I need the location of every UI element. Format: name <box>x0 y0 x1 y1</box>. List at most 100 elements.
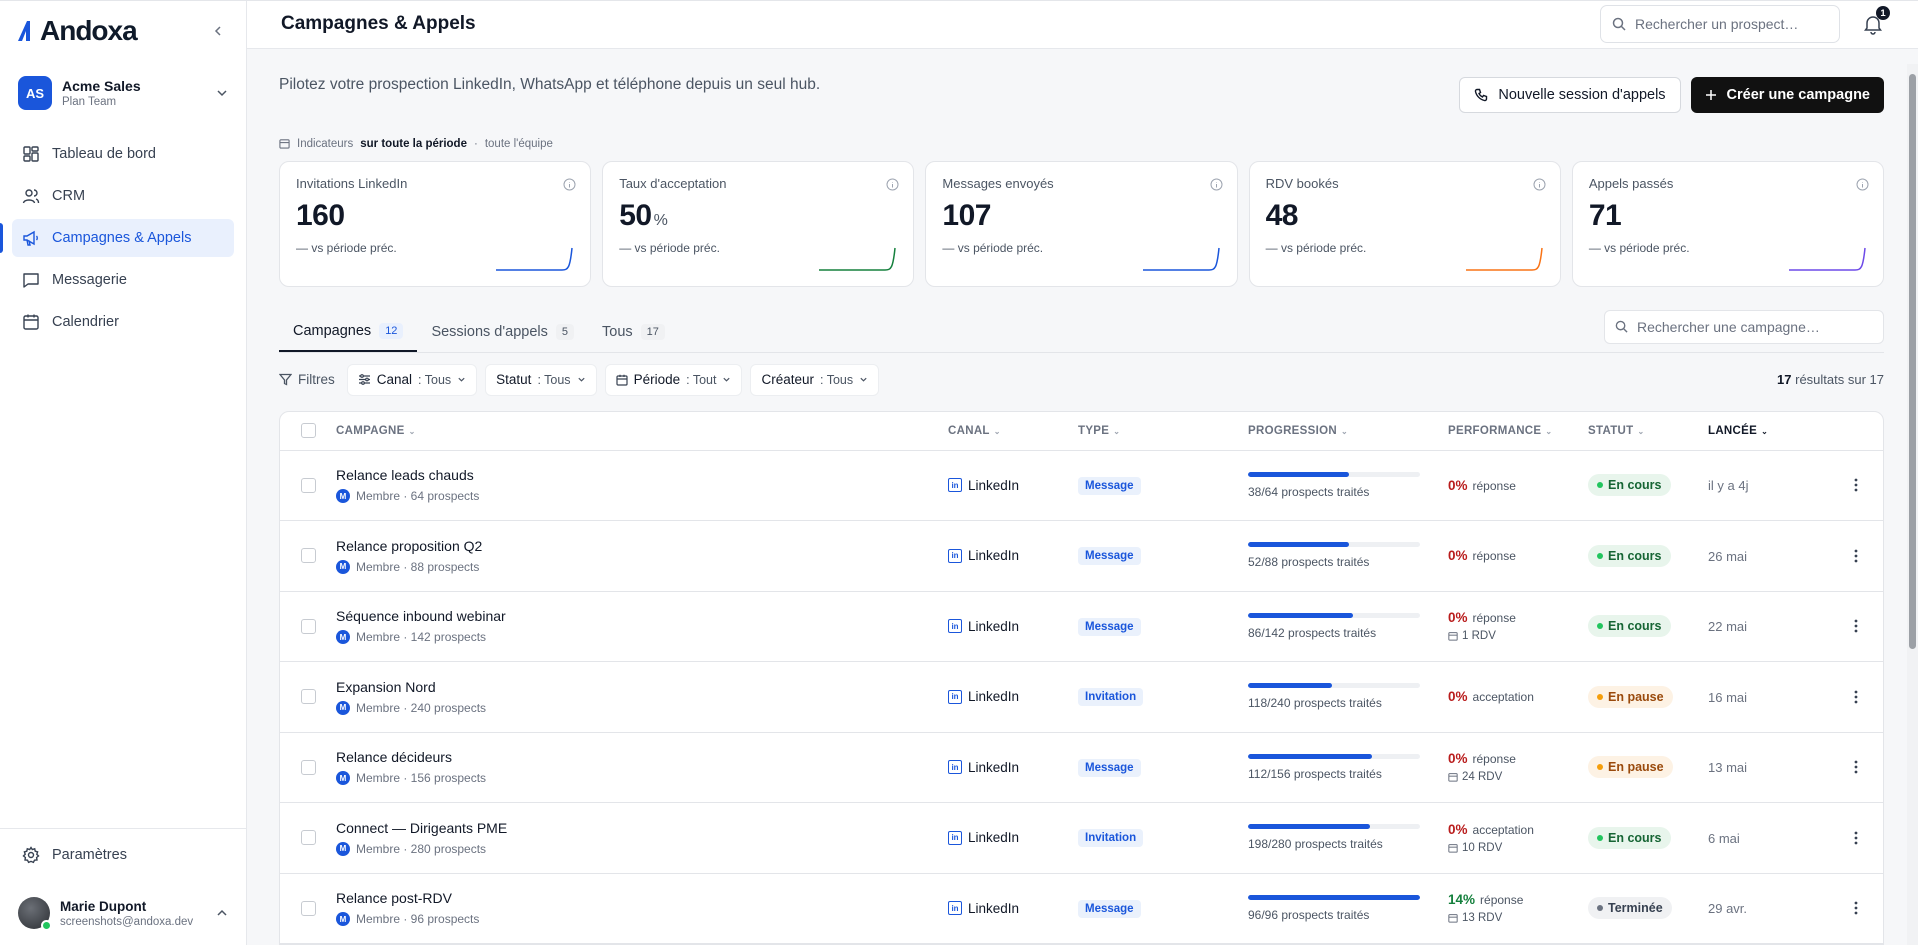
search-placeholder: Rechercher une campagne… <box>1637 318 1820 335</box>
notifications-button[interactable]: 1 <box>1862 6 1890 35</box>
campaign-name[interactable]: Relance décideurs <box>336 749 948 765</box>
campaign-name[interactable]: Relance leads chauds <box>336 467 948 483</box>
table-row[interactable]: Expansion Nord M Membre · 240 prospects i… <box>280 662 1883 733</box>
more-vertical-icon[interactable] <box>1847 547 1865 565</box>
logo-icon <box>18 21 30 41</box>
status-badge: En cours <box>1588 826 1671 849</box>
create-campaign-button[interactable]: Créer une campagne <box>1690 76 1884 113</box>
row-checkbox[interactable] <box>300 618 316 634</box>
row-checkbox[interactable] <box>300 477 316 493</box>
more-vertical-icon[interactable] <box>1847 476 1865 494</box>
linkedin-icon: in <box>948 548 962 563</box>
campaign-name[interactable]: Relance post-RDV <box>336 890 948 906</box>
row-checkbox[interactable] <box>300 548 316 564</box>
th-performance[interactable]: PERFORMANCE ⌄ <box>1448 425 1588 437</box>
scrollbar[interactable] <box>1907 64 1918 945</box>
th-canal[interactable]: CANAL ⌄ <box>948 425 1078 437</box>
filter-creator[interactable]: Créateur : Tous <box>750 363 880 396</box>
info-icon[interactable] <box>563 178 576 191</box>
indicators-scope[interactable]: toute l'équipe <box>485 138 553 150</box>
tab-campaigns[interactable]: Campagnes 12 <box>279 312 418 352</box>
sort-icon: ⌄ <box>1545 426 1553 436</box>
linkedin-icon: in <box>948 478 962 493</box>
prospect-search-input[interactable]: Rechercher un prospect… <box>1600 5 1840 44</box>
more-vertical-icon[interactable] <box>1847 899 1865 917</box>
info-icon[interactable] <box>1856 178 1869 191</box>
user-menu[interactable]: Marie Dupont screenshots@andoxa.dev <box>0 881 246 945</box>
info-icon[interactable] <box>1533 178 1546 191</box>
campaign-meta: Membre · 88 prospects <box>356 559 480 574</box>
campaign-search-input[interactable]: Rechercher une campagne… <box>1604 309 1884 344</box>
workspace-switcher[interactable]: AS Acme Sales Plan Team <box>12 67 234 119</box>
sidebar-item-label: Campagnes & Appels <box>52 230 192 246</box>
th-launched[interactable]: LANCÉE ⌄ <box>1708 425 1828 437</box>
filter-canal[interactable]: Canal : Tous <box>346 363 478 396</box>
plus-icon <box>1705 89 1716 100</box>
progress-fill <box>1248 894 1420 900</box>
table-row[interactable]: Séquence inbound webinar M Membre · 142 p… <box>280 592 1883 662</box>
table-row[interactable]: Connect — Dirigeants PME M Membre · 280 p… <box>280 803 1883 874</box>
row-checkbox[interactable] <box>300 900 316 916</box>
campaign-name[interactable]: Relance proposition Q2 <box>336 538 948 554</box>
launch-date: 22 mai <box>1708 619 1748 635</box>
table-row[interactable]: Relance leads chauds M Membre · 64 prospe… <box>280 451 1883 521</box>
new-call-session-button[interactable]: Nouvelle session d'appels <box>1459 76 1681 113</box>
canal-label: LinkedIn <box>968 689 1020 705</box>
type-badge: Invitation <box>1078 829 1144 848</box>
progress-bar <box>1248 542 1420 548</box>
status-dot-icon <box>1597 834 1603 841</box>
row-checkbox[interactable] <box>300 689 316 705</box>
row-checkbox[interactable] <box>300 830 316 846</box>
member-badge-icon: M <box>336 489 350 504</box>
chevron-down-icon <box>217 90 227 97</box>
tab-all[interactable]: Tous 17 <box>588 312 679 352</box>
table-row[interactable]: Relance post-RDV M Membre · 96 prospects … <box>280 874 1883 944</box>
more-vertical-icon[interactable] <box>1847 829 1865 847</box>
more-vertical-icon[interactable] <box>1847 688 1865 706</box>
rdv-count: 24 RDV <box>1448 771 1588 783</box>
filter-period[interactable]: Période : Tout <box>604 363 743 396</box>
table-row[interactable]: Relance décideurs M Membre · 156 prospect… <box>280 733 1883 803</box>
sparkline-chart <box>1142 247 1220 271</box>
info-icon[interactable] <box>1210 178 1223 191</box>
campaign-name[interactable]: Expansion Nord <box>336 679 948 695</box>
collapse-sidebar-button[interactable] <box>206 19 230 43</box>
th-progress[interactable]: PROGRESSION ⌄ <box>1248 425 1448 437</box>
sidebar-item-messaging[interactable]: Messagerie <box>12 261 234 299</box>
campaign-name[interactable]: Séquence inbound webinar <box>336 608 948 624</box>
tab-label: Tous <box>602 323 633 340</box>
sidebar-item-crm[interactable]: CRM <box>12 177 234 215</box>
campaign-meta: Membre · 142 prospects <box>356 630 487 645</box>
brand-logo[interactable]: Andoxa <box>16 15 138 47</box>
users-icon <box>22 189 40 204</box>
sort-icon: ⌄ <box>1340 426 1348 436</box>
th-status[interactable]: STATUT ⌄ <box>1588 425 1708 437</box>
canal-label: LinkedIn <box>968 900 1020 916</box>
rdv-count: 1 RDV <box>1448 630 1588 642</box>
tab-call-sessions[interactable]: Sessions d'appels 5 <box>417 312 588 352</box>
filter-status[interactable]: Statut : Tous <box>485 363 597 396</box>
th-campaign[interactable]: CAMPAGNE ⌄ <box>336 425 948 437</box>
row-checkbox[interactable] <box>300 759 316 775</box>
more-vertical-icon[interactable] <box>1847 617 1865 635</box>
filters-toggle[interactable]: Filtres <box>279 372 339 387</box>
launch-date: 29 avr. <box>1708 901 1748 917</box>
info-icon[interactable] <box>886 178 899 191</box>
sidebar-item-calendar[interactable]: Calendrier <box>12 303 234 341</box>
kpi-label: Appels passés <box>1588 175 1674 191</box>
th-label: PERFORMANCE <box>1448 424 1542 437</box>
th-type[interactable]: TYPE ⌄ <box>1078 425 1248 437</box>
more-vertical-icon[interactable] <box>1847 758 1865 776</box>
select-all-checkbox[interactable] <box>300 423 316 438</box>
sidebar-item-settings[interactable]: Paramètres <box>0 829 246 881</box>
kpi-label: Messages envoyés <box>942 175 1054 191</box>
notification-badge: 1 <box>1876 6 1890 21</box>
sidebar-item-campaigns[interactable]: Campagnes & Appels <box>0 219 234 257</box>
indicators-period[interactable]: sur toute la période <box>360 138 467 150</box>
table-row[interactable]: Relance proposition Q2 M Membre · 88 pros… <box>280 521 1883 592</box>
campaign-name[interactable]: Connect — Dirigeants PME <box>336 820 948 836</box>
scrollbar-thumb[interactable] <box>1909 74 1916 649</box>
performance-label: réponse <box>1472 752 1516 767</box>
sidebar-item-dashboard[interactable]: Tableau de bord <box>12 135 234 173</box>
sparkline-chart <box>1465 247 1543 271</box>
